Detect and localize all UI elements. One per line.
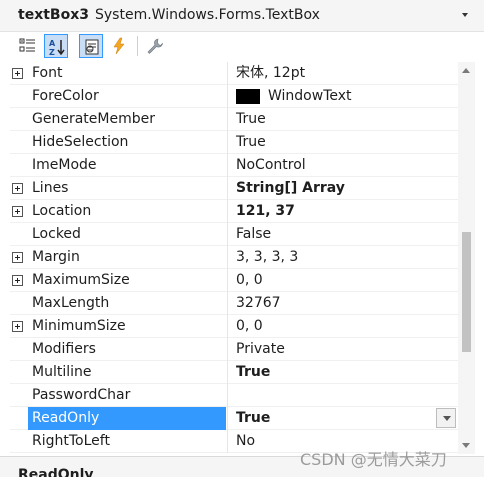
property-name[interactable]: PasswordChar — [28, 384, 226, 407]
property-value[interactable]: True — [236, 407, 456, 430]
column-divider[interactable] — [227, 407, 228, 430]
object-type: System.Windows.Forms.TextBox — [95, 7, 320, 23]
column-divider[interactable] — [227, 85, 228, 108]
property-name[interactable]: ReadOnly — [28, 407, 226, 430]
svg-text:A: A — [49, 39, 56, 48]
property-row-imemode[interactable]: ImeMode NoControl — [10, 154, 458, 177]
property-value[interactable] — [236, 384, 456, 407]
property-row-locked[interactable]: Locked False — [10, 223, 458, 246]
column-divider[interactable] — [227, 154, 228, 177]
alphabetical-icon: A Z — [49, 39, 65, 56]
property-name[interactable]: Font — [28, 62, 226, 85]
property-value[interactable]: True — [236, 361, 456, 384]
description-title: ReadOnly — [18, 467, 94, 477]
column-divider[interactable] — [227, 384, 228, 407]
events-icon — [113, 37, 125, 55]
property-row-readonly[interactable]: ReadOnly True — [10, 407, 458, 430]
column-divider[interactable] — [227, 361, 228, 384]
chevron-down-icon[interactable] — [462, 13, 468, 17]
properties-button[interactable] — [79, 34, 103, 58]
property-name[interactable]: MaxLength — [28, 292, 226, 315]
property-name[interactable]: Location — [28, 200, 226, 223]
scroll-up-icon[interactable] — [462, 68, 470, 73]
svg-text:Z: Z — [49, 48, 55, 56]
events-button[interactable] — [107, 34, 131, 58]
scroll-thumb[interactable] — [462, 232, 471, 352]
property-name[interactable]: Margin — [28, 246, 226, 269]
column-divider[interactable] — [227, 269, 228, 292]
property-row-minimumsize[interactable]: MinimumSize 0, 0 — [10, 315, 458, 338]
property-value[interactable]: 0, 0 — [236, 315, 456, 338]
property-value[interactable]: 宋体, 12pt — [236, 62, 456, 85]
property-name[interactable]: Lines — [28, 177, 226, 200]
column-divider[interactable] — [227, 246, 228, 269]
expand-icon[interactable] — [12, 183, 23, 194]
property-row-lines[interactable]: Lines String[] Array — [10, 177, 458, 200]
property-name[interactable]: Modifiers — [28, 338, 226, 361]
property-name[interactable]: RightToLeft — [28, 430, 226, 453]
property-row-location[interactable]: Location 121, 37 — [10, 200, 458, 223]
property-row-maximumsize[interactable]: MaximumSize 0, 0 — [10, 269, 458, 292]
property-name[interactable]: GenerateMember — [28, 108, 226, 131]
column-divider[interactable] — [227, 62, 228, 85]
scroll-down-icon[interactable] — [462, 443, 470, 448]
property-value[interactable]: False — [236, 223, 456, 246]
property-value[interactable]: 32767 — [236, 292, 456, 315]
expand-icon[interactable] — [12, 252, 23, 263]
property-value[interactable]: 0, 0 — [236, 269, 456, 292]
property-name[interactable]: MinimumSize — [28, 315, 226, 338]
categorized-button[interactable] — [16, 34, 40, 58]
property-pages-icon — [147, 38, 163, 54]
property-row-modifiers[interactable]: Modifiers Private — [10, 338, 458, 361]
column-divider[interactable] — [227, 200, 228, 223]
property-name[interactable]: Locked — [28, 223, 226, 246]
property-name[interactable]: Multiline — [28, 361, 226, 384]
toolbar-separator — [137, 36, 138, 56]
value-dropdown-button[interactable] — [436, 408, 456, 428]
property-row-passwordchar[interactable]: PasswordChar — [10, 384, 458, 407]
column-divider[interactable] — [227, 292, 228, 315]
property-row-generatemember[interactable]: GenerateMember True — [10, 108, 458, 131]
property-name[interactable]: MaximumSize — [28, 269, 226, 292]
property-value[interactable]: 3, 3, 3, 3 — [236, 246, 456, 269]
column-divider[interactable] — [227, 315, 228, 338]
property-row-margin[interactable]: Margin 3, 3, 3, 3 — [10, 246, 458, 269]
object-selector[interactable]: textBox3 System.Windows.Forms.TextBox — [0, 0, 484, 32]
property-name[interactable]: HideSelection — [28, 131, 226, 154]
property-toolbar: A Z — [0, 32, 484, 60]
column-divider[interactable] — [227, 131, 228, 154]
property-value[interactable]: NoControl — [236, 154, 456, 177]
property-row-maxlength[interactable]: MaxLength 32767 — [10, 292, 458, 315]
column-divider[interactable] — [227, 223, 228, 246]
object-name: textBox3 — [18, 7, 89, 23]
property-value[interactable]: WindowText — [268, 85, 484, 108]
column-divider[interactable] — [227, 177, 228, 200]
property-value[interactable]: True — [236, 131, 456, 154]
property-value[interactable]: String[] Array — [236, 177, 456, 200]
property-row-forecolor[interactable]: ForeColor WindowText — [10, 85, 458, 108]
property-value[interactable]: 121, 37 — [236, 200, 456, 223]
property-value[interactable]: Private — [236, 338, 456, 361]
property-value[interactable]: True — [236, 108, 456, 131]
color-swatch — [236, 89, 260, 104]
alphabetical-button[interactable]: A Z — [44, 34, 68, 58]
expand-icon[interactable] — [12, 206, 23, 217]
expand-icon[interactable] — [12, 275, 23, 286]
property-pages-button[interactable] — [143, 34, 167, 58]
expand-icon[interactable] — [12, 321, 23, 332]
column-divider[interactable] — [227, 108, 228, 131]
property-row-font[interactable]: Font 宋体, 12pt — [10, 62, 458, 85]
vertical-scrollbar[interactable] — [458, 62, 475, 454]
watermark: CSDN @无情大菜刀 — [300, 450, 447, 469]
expand-icon[interactable] — [12, 68, 23, 79]
property-row-multiline[interactable]: Multiline True — [10, 361, 458, 384]
property-grid: Font 宋体, 12pt ForeColor WindowText GenerateM… — [10, 62, 458, 454]
column-divider[interactable] — [227, 430, 228, 453]
property-row-hideselection[interactable]: HideSelection True — [10, 131, 458, 154]
properties-icon — [85, 39, 99, 55]
property-name[interactable]: ForeColor — [28, 85, 226, 108]
property-name[interactable]: ImeMode — [28, 154, 226, 177]
column-divider[interactable] — [227, 338, 228, 361]
categorized-icon — [19, 38, 35, 52]
